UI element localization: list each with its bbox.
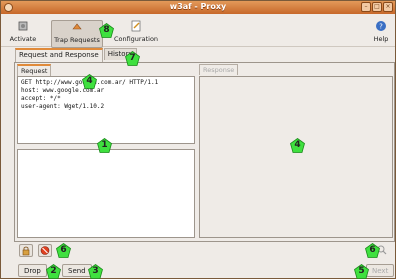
- request-body-text[interactable]: [17, 149, 195, 238]
- callout-badge-7: 7: [125, 51, 140, 66]
- tab-request-response[interactable]: Request and Response: [15, 48, 103, 62]
- lock-button[interactable]: [19, 244, 33, 257]
- callout-badge-5: 5: [354, 264, 369, 279]
- trap-requests-button[interactable]: Trap Requests: [51, 20, 103, 48]
- main-tabs: Request and Response History: [15, 48, 138, 62]
- activate-button[interactable]: Activate: [5, 20, 41, 48]
- drop-button[interactable]: Drop: [18, 264, 47, 277]
- window-title: w3af - Proxy: [169, 2, 227, 11]
- lock-icon: [22, 246, 30, 256]
- proxy-window: w3af - Proxy – □ × Activate Trap Request…: [0, 0, 396, 279]
- callout-badge-4-request: 4: [82, 74, 97, 89]
- toolbar: Activate Trap Requests Configuration ? H…: [1, 15, 395, 48]
- trap-icon: [72, 23, 82, 30]
- svg-text:?: ?: [379, 23, 383, 31]
- close-button[interactable]: ×: [383, 2, 393, 12]
- help-icon: ?: [376, 21, 386, 31]
- configuration-icon: [131, 20, 141, 32]
- next-button[interactable]: Next: [366, 264, 395, 277]
- help-button[interactable]: ? Help: [371, 20, 391, 48]
- configuration-button[interactable]: Configuration: [111, 20, 161, 48]
- title-bar[interactable]: w3af - Proxy – □ ×: [1, 1, 395, 14]
- trap-requests-label: Trap Requests: [54, 36, 100, 44]
- block-button[interactable]: [38, 244, 52, 257]
- callout-badge-4-response: 4: [290, 138, 305, 153]
- tab-request[interactable]: Request: [17, 64, 52, 76]
- minimize-button[interactable]: –: [361, 2, 371, 12]
- request-headers-text[interactable]: GET http://www.google.com.ar/ HTTP/1.1 h…: [17, 76, 195, 144]
- callout-badge-1: 1: [97, 138, 112, 153]
- callout-badge-6-right: 6: [365, 243, 380, 258]
- callout-badge-8: 8: [99, 23, 114, 38]
- tab-response[interactable]: Response: [199, 64, 239, 75]
- callout-badge-2: 2: [46, 264, 61, 279]
- help-label: Help: [373, 35, 389, 43]
- block-icon: [40, 246, 50, 255]
- activate-label: Activate: [9, 35, 37, 43]
- activate-icon: [18, 21, 28, 31]
- configuration-label: Configuration: [113, 35, 159, 43]
- callout-badge-6-left: 6: [56, 243, 71, 258]
- maximize-button[interactable]: □: [372, 2, 382, 12]
- response-panel: [199, 76, 393, 238]
- callout-badge-3: 3: [88, 264, 103, 279]
